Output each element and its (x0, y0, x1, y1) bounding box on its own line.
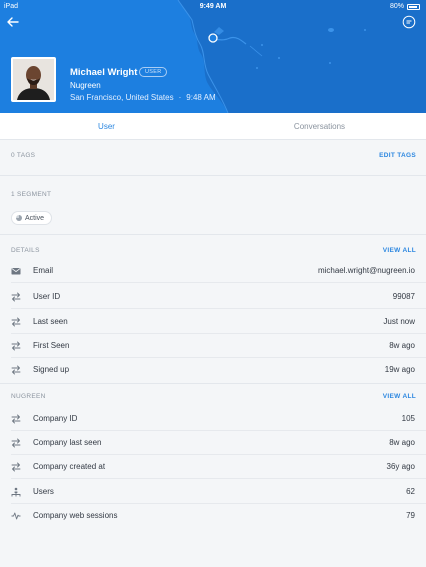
company-value: 8w ago (389, 438, 415, 447)
segment-icon (16, 215, 22, 221)
company-section-label: NUGREEN (11, 393, 46, 400)
user-location: San Francisco, United States · 9:48 AM (70, 93, 216, 102)
detail-label: First Seen (33, 341, 70, 350)
company-value: 105 (401, 414, 415, 423)
divider (0, 383, 426, 384)
arrows-icon (11, 462, 21, 472)
company-label: Company ID (33, 414, 78, 423)
user-location-text: San Francisco, United States (70, 93, 174, 102)
detail-row-signed-up[interactable]: Signed up 19w ago (0, 358, 426, 382)
detail-value: 8w ago (389, 341, 415, 350)
profile-header: iPad 9:49 AM 80% Michael Wright USER Nug… (0, 0, 426, 113)
detail-row-email[interactable]: Email michael.wright@nugreen.io (0, 259, 426, 283)
company-row-web-sessions[interactable]: Company web sessions 79 (0, 504, 426, 528)
arrows-icon (11, 414, 21, 424)
company-value: 62 (406, 487, 415, 496)
segment-chip-label: Active (25, 214, 45, 222)
arrows-icon (11, 438, 21, 448)
separator-dot: · (178, 93, 182, 102)
company-row-company-id[interactable]: Company ID 105 (0, 407, 426, 431)
detail-row-user-id[interactable]: User ID 99087 (0, 285, 426, 309)
detail-label: Signed up (33, 365, 70, 374)
battery-icon (407, 3, 420, 10)
edit-tags-link[interactable]: EDIT TAGS (379, 152, 416, 159)
detail-value: michael.wright@nugreen.io (317, 266, 415, 275)
back-arrow-icon[interactable] (6, 15, 20, 29)
details-section-label: DETAILS (11, 247, 40, 254)
detail-row-last-seen[interactable]: Last seen Just now (0, 310, 426, 334)
tags-count-label: 0 TAGS (11, 152, 36, 159)
user-type-badge: USER (139, 67, 168, 77)
arrows-icon (11, 365, 21, 375)
segment-chip-active[interactable]: Active (11, 211, 53, 225)
arrows-icon (11, 341, 21, 351)
company-label: Company created at (33, 462, 106, 471)
users-icon (11, 487, 21, 497)
detail-label: Last seen (33, 317, 68, 326)
user-company: Nugreen (70, 81, 101, 90)
tab-user[interactable]: User (0, 122, 213, 131)
detail-label: User ID (33, 292, 61, 301)
divider (0, 234, 426, 235)
conversation-icon[interactable] (402, 15, 416, 29)
detail-value: 99087 (392, 292, 415, 301)
company-row-created-at[interactable]: Company created at 36y ago (0, 455, 426, 479)
tab-conversations[interactable]: Conversations (213, 122, 426, 131)
arrows-icon (11, 292, 21, 302)
segment-count-label: 1 SEGMENT (11, 191, 52, 198)
avatar (11, 57, 56, 102)
company-value: 36y ago (386, 462, 415, 471)
company-row-users[interactable]: Users 62 (0, 480, 426, 504)
details-view-all-link[interactable]: VIEW ALL (383, 247, 416, 254)
status-bar: iPad 9:49 AM 80% (0, 3, 426, 15)
company-view-all-link[interactable]: VIEW ALL (383, 393, 416, 400)
company-label: Users (33, 487, 54, 496)
battery-percent: 80% (389, 3, 404, 10)
company-row-last-seen[interactable]: Company last seen 8w ago (0, 431, 426, 455)
user-name: Michael Wright (70, 67, 138, 78)
company-label: Company last seen (33, 438, 102, 447)
status-battery: 80% (390, 3, 420, 10)
pulse-icon (11, 512, 21, 520)
detail-row-first-seen[interactable]: First Seen 8w ago (0, 334, 426, 358)
detail-value: Just now (383, 317, 415, 326)
tab-bar: User Conversations (0, 113, 426, 140)
status-time: 9:49 AM (199, 3, 227, 10)
user-local-time: 9:48 AM (186, 93, 216, 102)
mail-icon (11, 268, 21, 275)
detail-value: 19w ago (384, 365, 415, 374)
arrows-icon (11, 317, 21, 327)
detail-label: Email (33, 266, 54, 275)
company-label: Company web sessions (33, 511, 118, 520)
company-value: 79 (406, 511, 415, 520)
divider (0, 175, 426, 176)
